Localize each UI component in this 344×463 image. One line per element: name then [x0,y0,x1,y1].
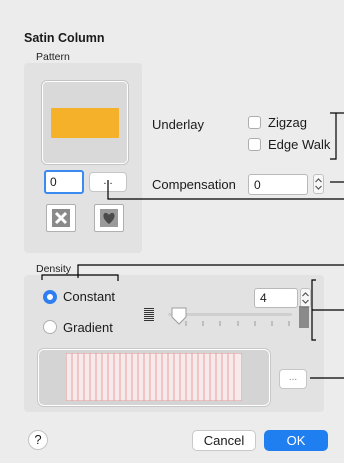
annotation-callouts [41,112,344,379]
